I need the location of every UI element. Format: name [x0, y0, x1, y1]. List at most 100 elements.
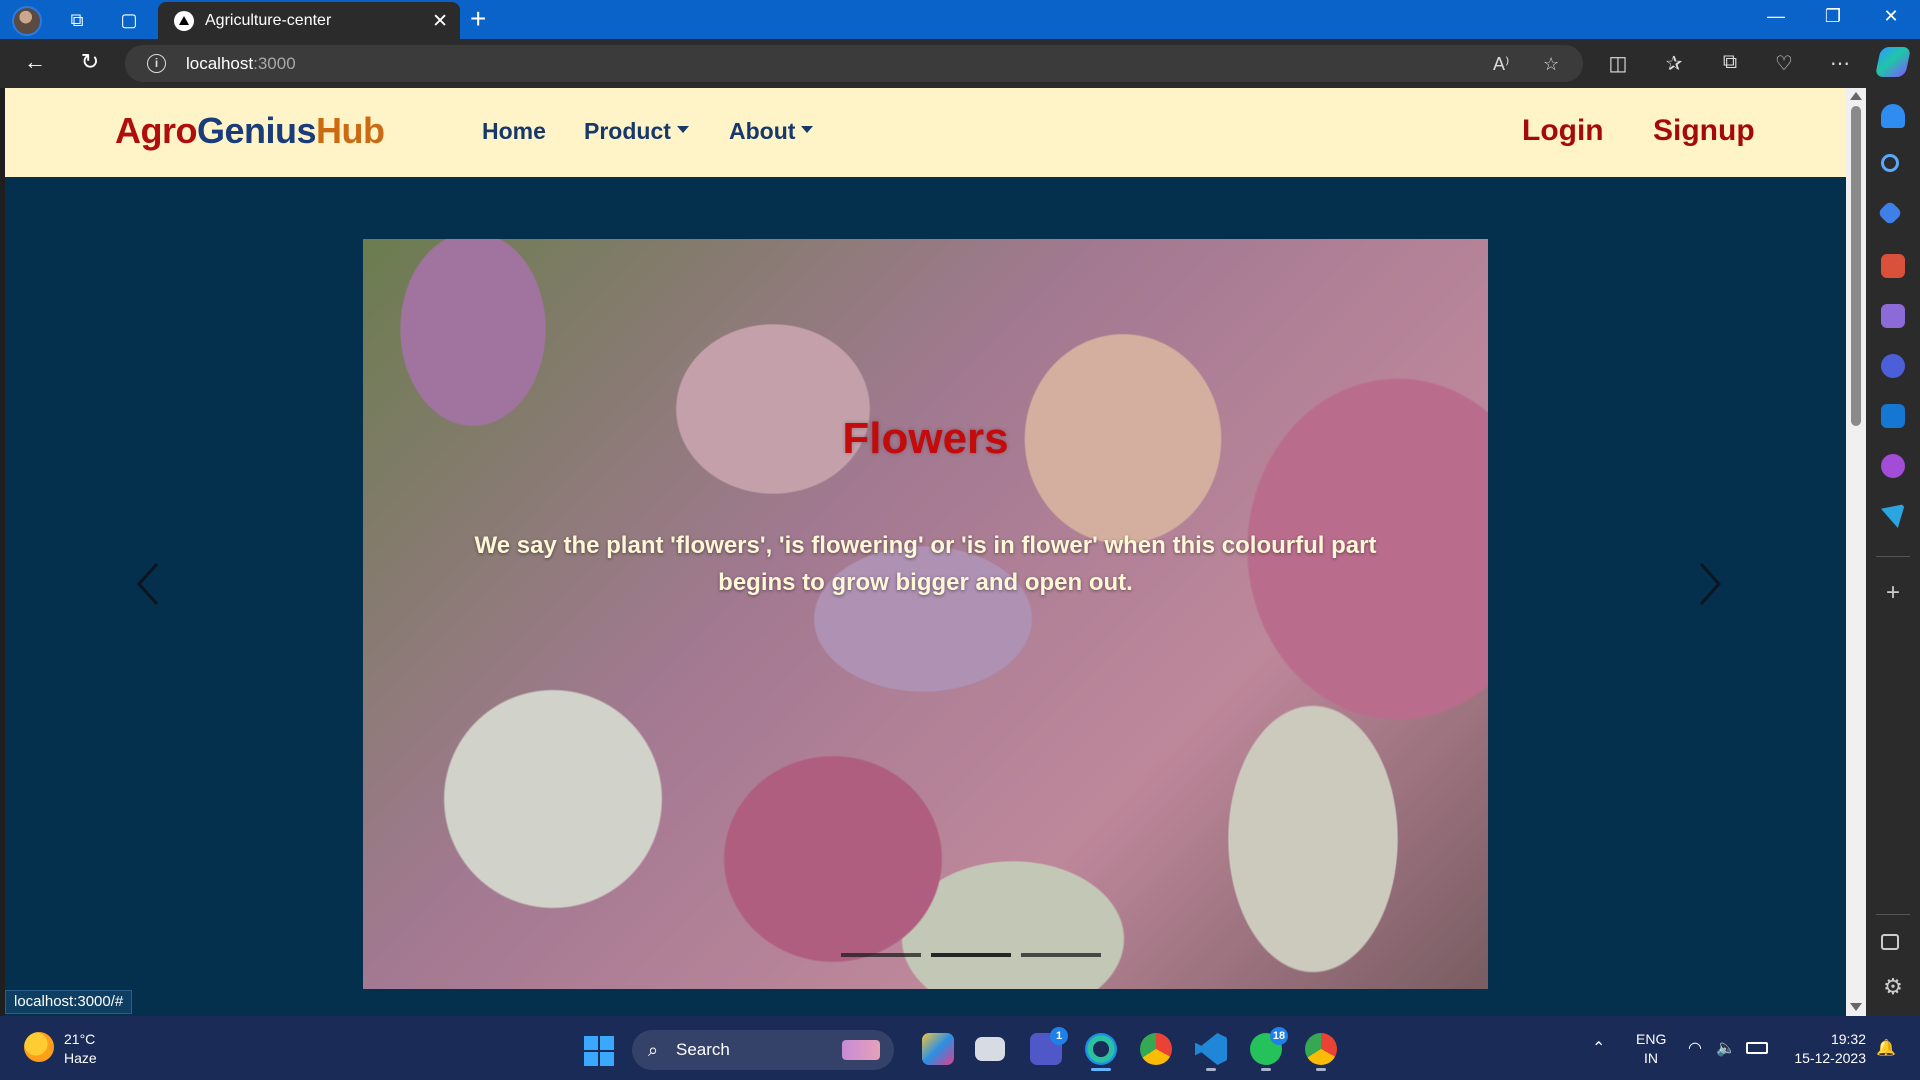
slide-caption: We say the plant 'flowers', 'is flowerin…: [474, 532, 1377, 596]
search-icon: ⌕: [648, 1040, 659, 1060]
windows-logo-icon: [584, 1036, 598, 1050]
designer-icon[interactable]: [1881, 454, 1905, 478]
weather-icon[interactable]: [24, 1032, 54, 1062]
carousel-indicator[interactable]: [931, 953, 1011, 957]
site-info-icon[interactable]: i: [147, 54, 166, 73]
weather-temperature[interactable]: 21°C: [64, 1031, 95, 1047]
games-icon[interactable]: [1881, 304, 1905, 328]
outlook-icon[interactable]: [1881, 404, 1905, 428]
browser-titlebar: ⧉ ▢ Agriculture-center ✕ + — ❐ ✕: [0, 0, 1920, 39]
edge-active-indicator: [1091, 1068, 1111, 1071]
chevron-left-icon: [136, 562, 159, 606]
restore-icon[interactable]: ❐: [1810, 6, 1856, 27]
taskbar-time[interactable]: 19:32: [1786, 1031, 1866, 1047]
volume-icon[interactable]: 🔈: [1716, 1038, 1736, 1058]
tools-icon[interactable]: [1881, 254, 1905, 278]
chrome-icon[interactable]: [1140, 1033, 1172, 1065]
tab-favicon-icon: [174, 11, 194, 31]
split-screen-icon[interactable]: ◫: [1604, 51, 1632, 76]
nav-home-link[interactable]: Home: [482, 118, 546, 145]
app-store-preview-icon[interactable]: [922, 1033, 954, 1065]
site-navbar: AgroGeniusHub Home Product About Login S…: [5, 88, 1846, 177]
chevron-right-icon: [1699, 562, 1722, 606]
browser-tab-active[interactable]: Agriculture-center ✕: [158, 2, 460, 39]
brand-part-genius: Genius: [197, 110, 317, 151]
taskbar-search[interactable]: ⌕ Search: [632, 1030, 894, 1070]
nav-product-label: Product: [584, 118, 671, 144]
search-icon[interactable]: [1881, 154, 1899, 172]
favorites-icon[interactable]: ✰: [1660, 51, 1688, 76]
sidebar-toggle-icon[interactable]: [1881, 934, 1899, 950]
sidebar-divider: [1876, 556, 1910, 557]
vscode-icon[interactable]: [1195, 1033, 1227, 1065]
signup-link[interactable]: Signup: [1653, 114, 1755, 148]
address-bar[interactable]: i localhost:3000 A⁾ ☆: [125, 45, 1583, 82]
browser-toolbar: ← ↻ i localhost:3000 A⁾ ☆ ◫ ✰ ⧉ ♡ ⋯: [0, 39, 1920, 88]
weather-description[interactable]: Haze: [64, 1050, 97, 1066]
app-running-indicator: [1206, 1068, 1216, 1071]
page-scrollbar[interactable]: [1846, 88, 1866, 1016]
browser-essentials-icon[interactable]: ♡: [1770, 51, 1798, 76]
address-url[interactable]: localhost:3000: [186, 54, 296, 74]
back-icon[interactable]: ←: [20, 49, 50, 75]
search-highlight-icon: [842, 1040, 880, 1060]
taskbar-date[interactable]: 15-12-2023: [1786, 1050, 1866, 1066]
chevron-down-icon: [676, 126, 689, 134]
wifi-icon[interactable]: ◠: [1688, 1038, 1702, 1058]
refresh-icon[interactable]: ↻: [75, 49, 105, 75]
settings-icon[interactable]: ⚙: [1881, 976, 1905, 1000]
hero-carousel[interactable]: Flowers We say the plant 'flowers', 'is …: [363, 239, 1488, 989]
collections-icon[interactable]: ⧉: [1716, 51, 1744, 74]
profile-avatar[interactable]: [12, 6, 42, 36]
edge-sidebar: + ⚙: [1866, 88, 1920, 1016]
start-button[interactable]: [584, 1036, 614, 1066]
sidebar-divider: [1876, 914, 1910, 915]
login-link[interactable]: Login: [1522, 114, 1604, 148]
status-bar-url: localhost:3000/#: [5, 990, 133, 1014]
brand-part-hub: Hub: [316, 110, 385, 151]
tab-title: Agriculture-center: [205, 12, 332, 29]
whatsapp-badge: 18: [1270, 1027, 1288, 1045]
carousel-indicator[interactable]: [1021, 953, 1101, 957]
read-aloud-icon[interactable]: A⁾: [1493, 54, 1509, 75]
copilot-icon[interactable]: [1874, 47, 1912, 77]
new-tab-icon[interactable]: +: [470, 5, 486, 33]
slide-title: Flowers: [842, 414, 1009, 463]
carousel-prev-button[interactable]: [133, 560, 163, 608]
tab-close-icon[interactable]: ✕: [432, 10, 448, 33]
window-close-icon[interactable]: ✕: [1868, 6, 1914, 27]
battery-icon[interactable]: [1746, 1042, 1768, 1054]
file-explorer-icon[interactable]: [975, 1037, 1005, 1061]
language-region[interactable]: IN: [1644, 1050, 1658, 1066]
teams-badge: 1: [1050, 1027, 1068, 1045]
more-menu-icon[interactable]: ⋯: [1826, 51, 1854, 76]
brand-logo[interactable]: AgroGeniusHub: [115, 110, 385, 152]
chevron-up-icon[interactable]: ⌃: [1592, 1038, 1605, 1058]
windows-taskbar: 21°C Haze ⌕ Search 1 18 ⌃ ENG IN ◠ 🔈 19:…: [0, 1016, 1920, 1080]
scroll-down-icon[interactable]: [1850, 1003, 1862, 1011]
whatsapp-icon[interactable]: 18: [1250, 1027, 1288, 1065]
language-indicator[interactable]: ENG: [1636, 1031, 1666, 1047]
copilot-sidebar-icon[interactable]: [1881, 354, 1905, 378]
edge-icon[interactable]: [1085, 1033, 1117, 1065]
teams-icon[interactable]: 1: [1030, 1027, 1068, 1065]
nav-about-dropdown[interactable]: About: [729, 118, 814, 145]
workspaces-icon[interactable]: ⧉: [66, 9, 88, 31]
carousel-indicator[interactable]: [841, 953, 921, 957]
nav-product-dropdown[interactable]: Product: [584, 118, 689, 145]
scroll-up-icon[interactable]: [1850, 92, 1862, 100]
favorite-star-icon[interactable]: ☆: [1543, 54, 1559, 75]
chrome-icon[interactable]: [1305, 1033, 1337, 1065]
shopping-tag-icon[interactable]: [1877, 200, 1903, 226]
add-icon[interactable]: +: [1881, 581, 1905, 606]
scrollbar-thumb[interactable]: [1851, 106, 1861, 426]
send-icon[interactable]: [1881, 504, 1905, 528]
tab-actions-icon[interactable]: ▢: [118, 9, 140, 31]
minimize-icon[interactable]: —: [1753, 6, 1799, 27]
app-running-indicator: [1261, 1068, 1271, 1071]
carousel-next-button[interactable]: [1695, 560, 1725, 608]
flowers-slide-image: [363, 239, 1488, 989]
chevron-down-icon: [801, 126, 814, 134]
notification-bell-icon[interactable]: 🔔: [1876, 1038, 1896, 1058]
notifications-icon[interactable]: [1881, 104, 1905, 128]
